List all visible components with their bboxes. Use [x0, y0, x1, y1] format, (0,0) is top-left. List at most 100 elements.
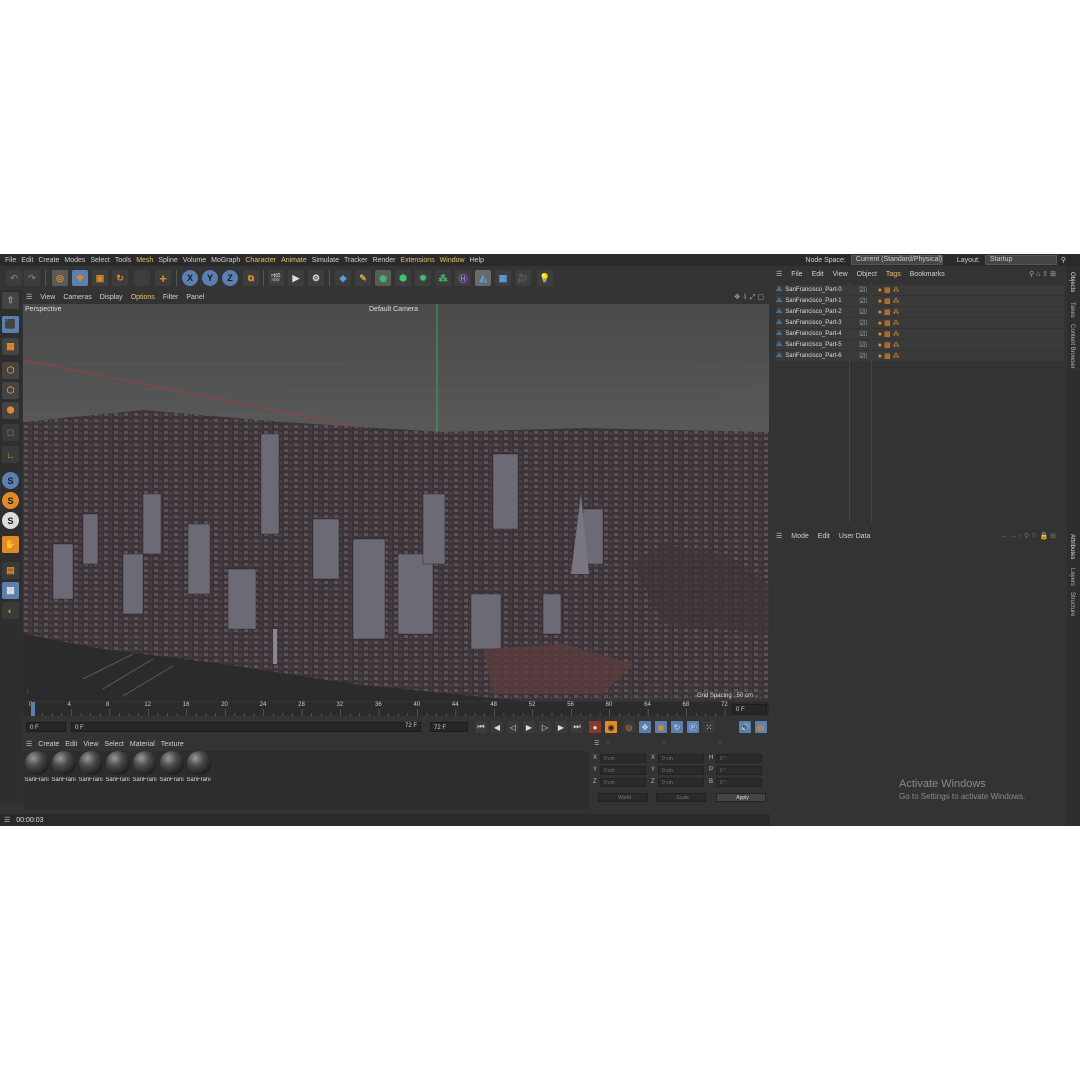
material-swatch[interactable]: SanFrani [51, 751, 76, 786]
viewport-menu-view[interactable]: View [40, 294, 55, 301]
recent-tools-icon[interactable]: ◌ [134, 270, 150, 286]
menu-file[interactable]: File [5, 257, 16, 264]
menu-spline[interactable]: Spline [158, 257, 177, 264]
viewport-menu-cameras[interactable]: Cameras [63, 294, 91, 301]
menu-simulate[interactable]: Simulate [312, 257, 339, 264]
menu-select[interactable]: Select [90, 257, 109, 264]
rotation-b-field[interactable]: 0 ° [716, 778, 762, 787]
z-axis-lock-button[interactable]: Z [222, 270, 238, 286]
object-row[interactable]: ⟁ SanFrancisco_Part-3 ☑⁝ ● ▩ ⁂ [776, 318, 1064, 328]
rotate-tool-icon[interactable]: ↻ [112, 270, 128, 286]
position-x-field[interactable]: 0 cm [600, 754, 646, 763]
menu-tools[interactable]: Tools [115, 257, 131, 264]
workplane-icon[interactable]: ▤ [2, 562, 19, 579]
render-view-icon[interactable]: 🎬 [268, 270, 284, 286]
material-menu-view[interactable]: View [83, 741, 98, 748]
scale-tool-icon[interactable]: ▣ [92, 270, 108, 286]
model-mode-icon[interactable]: ⬛ [2, 316, 19, 333]
size-x-field[interactable]: 0 cm [658, 754, 704, 763]
object-menu-file[interactable]: File [791, 271, 802, 278]
bend-deformer-icon[interactable]: Ⓗ [455, 270, 471, 286]
object-panel-icon[interactable]: ☰ [776, 270, 782, 278]
attribute-tools-icons[interactable]: ← → ↑ ⚲ ⚐ 🔒 ⊞ [1001, 532, 1056, 540]
playhead[interactable] [31, 702, 35, 716]
object-tags-icon[interactable]: ● ▩ ⁂ [878, 319, 900, 327]
pen-spline-icon[interactable]: ✎ [355, 270, 371, 286]
tab-structure[interactable]: Structure [1069, 592, 1075, 616]
render-settings-icon[interactable]: ⚙ [308, 270, 324, 286]
max-frame-field[interactable]: 72 F [430, 722, 468, 732]
attribute-menu-edit[interactable]: Edit [818, 533, 830, 540]
previous-keyframe-icon[interactable]: ◀ [491, 721, 503, 733]
tab-content-browser[interactable]: Content Browser [1069, 324, 1075, 369]
camera-label[interactable]: Default Camera [369, 306, 418, 313]
tab-layers[interactable]: Layers [1069, 568, 1075, 586]
object-tags-icon[interactable]: ● ▩ ⁂ [878, 352, 900, 360]
start-frame-field[interactable]: 0 F [26, 722, 66, 732]
material-panel-icon[interactable]: ☰ [26, 740, 32, 748]
next-frame-icon[interactable]: ▷ [539, 721, 551, 733]
object-row[interactable]: ⟁ SanFrancisco_Part-2 ☑⁝ ● ▩ ⁂ [776, 307, 1064, 317]
object-tags-icon[interactable]: ● ▩ ⁂ [878, 297, 900, 305]
size-z-field[interactable]: 0 cm [658, 778, 704, 787]
previous-frame-icon[interactable]: ◁ [507, 721, 519, 733]
position-key-icon[interactable]: ✥ [639, 721, 651, 733]
material-menu-select[interactable]: Select [104, 741, 123, 748]
cloner-icon[interactable]: ✹ [415, 270, 431, 286]
coordinate-space-dropdown[interactable]: World [598, 793, 648, 802]
material-menu-edit[interactable]: Edit [65, 741, 77, 748]
menu-edit[interactable]: Edit [21, 257, 33, 264]
light-icon[interactable]: 💡 [537, 270, 553, 286]
subdivision-surface-icon[interactable]: ◉ [375, 270, 391, 286]
tab-objects[interactable]: Objects [1069, 272, 1075, 292]
add-object-icon[interactable]: + [155, 270, 171, 286]
attribute-panel-icon[interactable]: ☰ [776, 532, 782, 540]
menu-modes[interactable]: Modes [64, 257, 85, 264]
material-menu-material[interactable]: Material [130, 741, 155, 748]
extrude-generator-icon[interactable]: ⬢ [395, 270, 411, 286]
apply-button[interactable]: Apply [716, 793, 766, 802]
next-keyframe-icon[interactable]: ▶ [555, 721, 567, 733]
record-keys-icon[interactable]: ● [589, 721, 601, 733]
size-y-field[interactable]: 0 cm [658, 766, 704, 775]
menu-window[interactable]: Window [440, 257, 465, 264]
size-mode-dropdown[interactable]: Scale [656, 793, 706, 802]
menu-animate[interactable]: Animate [281, 257, 307, 264]
render-picture-viewer-icon[interactable]: ▶ [288, 270, 304, 286]
material-menu-create[interactable]: Create [38, 741, 59, 748]
object-tags-icon[interactable]: ● ▩ ⁂ [878, 308, 900, 316]
visibility-toggle-icon[interactable]: ☑⁝ [859, 308, 868, 316]
object-manager-tools-icons[interactable]: ⚲ ⌂ ⇧ ⊞ [1029, 270, 1056, 278]
min-frame-field[interactable]: 0 F [71, 722, 421, 732]
grid-floor-icon[interactable]: ▦ [495, 270, 511, 286]
solo-hierarchy-button[interactable]: S [2, 512, 19, 529]
scale-key-icon[interactable]: ▣ [655, 721, 667, 733]
node-space-dropdown[interactable]: Current (Standard/Physical) [850, 255, 943, 265]
attribute-menu-mode[interactable]: Mode [791, 533, 809, 540]
make-editable-icon[interactable]: ⇧ [2, 292, 19, 309]
rotation-p-field[interactable]: 0 ° [716, 766, 762, 775]
current-frame-field[interactable]: 0 F [732, 704, 767, 714]
object-tags-icon[interactable]: ● ▩ ⁂ [878, 286, 900, 294]
floor-object-icon[interactable]: ◭ [475, 270, 491, 286]
layout-dropdown[interactable]: Startup [984, 255, 1057, 265]
menu-mesh[interactable]: Mesh [136, 257, 153, 264]
coordinates-panel-icon[interactable]: ☰ [594, 740, 599, 747]
material-swatch[interactable]: SanFrani [132, 751, 157, 786]
object-menu-edit[interactable]: Edit [812, 271, 824, 278]
status-menu-icon[interactable]: ☰ [4, 816, 10, 824]
viewport-menu-panel[interactable]: Panel [186, 294, 204, 301]
visibility-toggle-icon[interactable]: ☑⁝ [859, 286, 868, 294]
position-z-field[interactable]: 0 cm [600, 778, 646, 787]
locked-workplane-icon[interactable]: ▦ [2, 582, 19, 599]
keyframe-selection-icon[interactable]: ◎ [623, 721, 635, 733]
live-selection-icon[interactable]: ◎ [52, 270, 68, 286]
menu-extensions[interactable]: Extensions [400, 257, 434, 264]
go-to-start-icon[interactable]: ⏮ [475, 721, 487, 733]
menu-render[interactable]: Render [372, 257, 395, 264]
search-icon[interactable]: ⚲ [1061, 256, 1066, 264]
redo-icon[interactable]: ↷ [24, 270, 40, 286]
object-row[interactable]: ⟁ SanFrancisco_Part-1 ☑⁝ ● ▩ ⁂ [776, 296, 1064, 306]
snap-button[interactable]: S [2, 472, 19, 489]
scheme-icon[interactable]: 🔊 [739, 721, 751, 733]
